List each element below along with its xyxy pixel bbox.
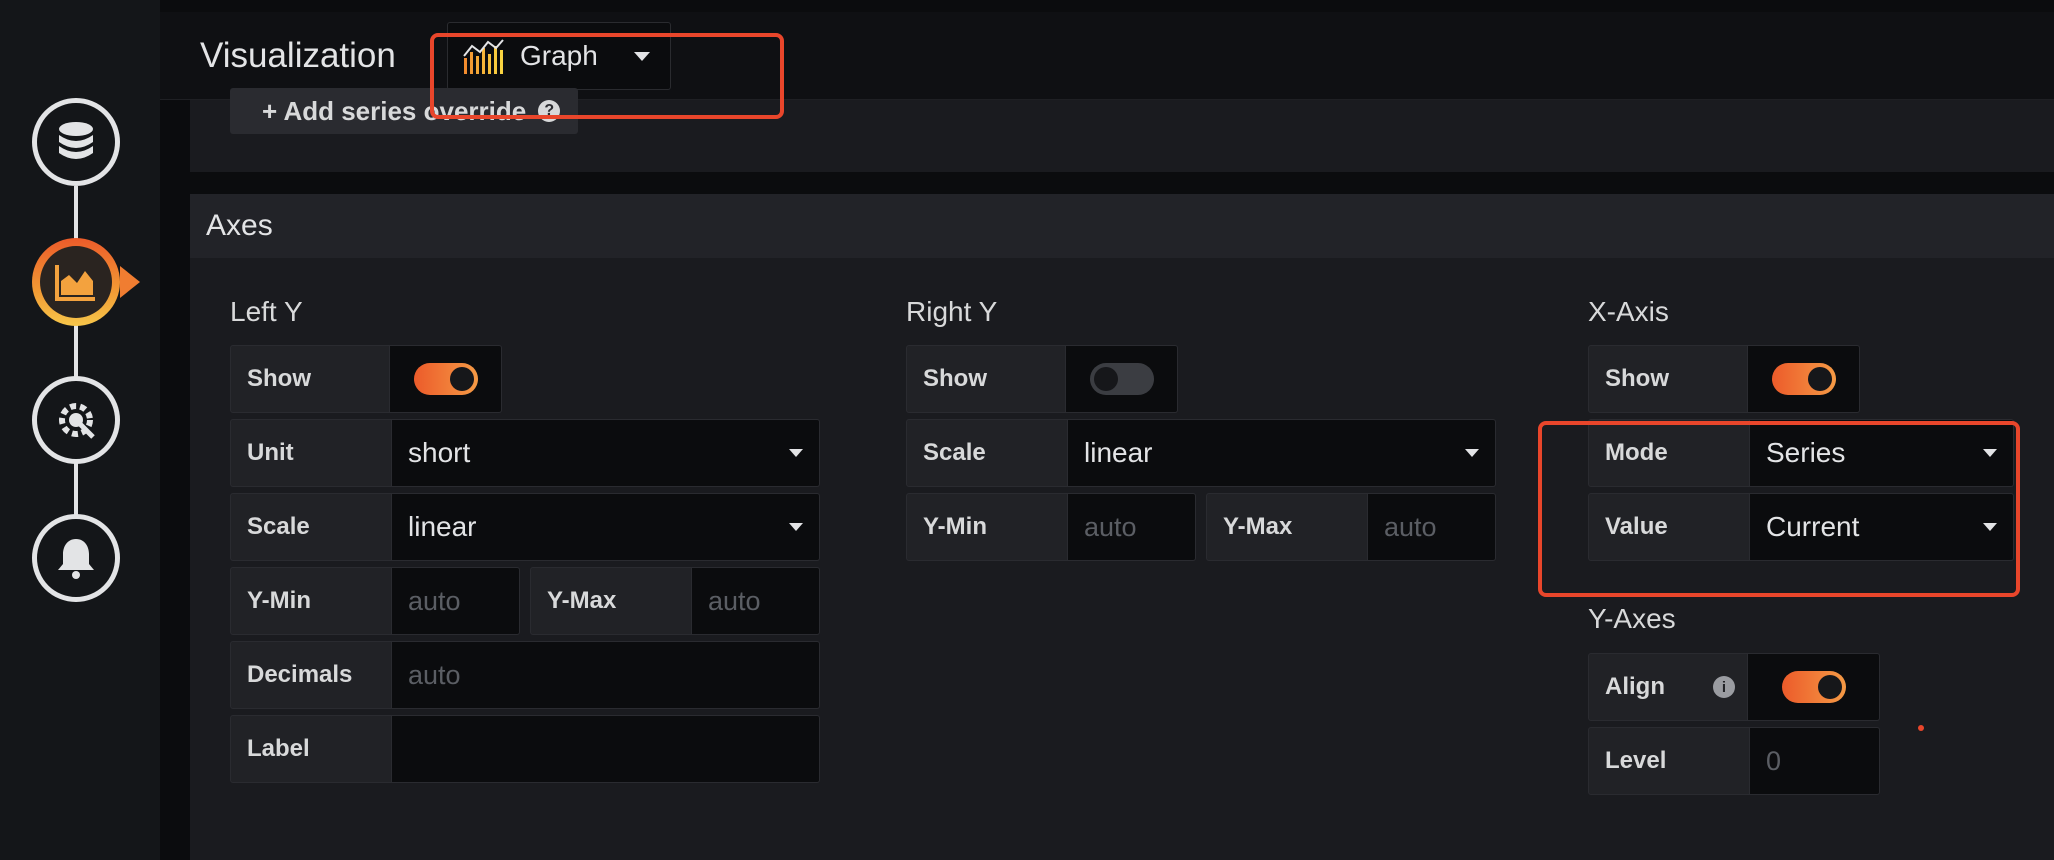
left-y-unit-select[interactable]: short	[392, 419, 820, 487]
chevron-down-icon	[1983, 449, 1997, 457]
left-y-scale-select[interactable]: linear	[392, 493, 820, 561]
active-step-pointer	[120, 266, 140, 298]
add-series-override-label: + Add series override	[262, 95, 527, 126]
right-y-show-row: Show	[906, 345, 1178, 413]
left-y-label-input[interactable]	[392, 715, 820, 783]
settings-wrench-icon	[59, 403, 95, 439]
series-overrides-panel: + Add series override ?	[190, 88, 2054, 172]
right-y-ymax-input[interactable]: auto	[1368, 493, 1496, 561]
right-y-ymin-label: Y-Min	[906, 493, 1068, 561]
y-axes-level-placeholder: 0	[1766, 745, 1782, 776]
area-chart-icon	[55, 265, 95, 301]
right-y-show-toggle-box[interactable]	[1066, 345, 1178, 413]
left-y-ymin-row: Y-Min auto	[230, 567, 520, 635]
annotation-dot	[1918, 725, 1924, 731]
left-y-decimals-placeholder: auto	[408, 659, 461, 690]
right-y-ymin-row: Y-Min auto	[906, 493, 1196, 561]
left-y-decimals-label: Decimals	[230, 641, 392, 709]
x-axis-show-row: Show	[1588, 345, 1860, 413]
left-y-ymax-placeholder: auto	[708, 585, 761, 616]
x-axis-mode-row: Mode Series	[1588, 419, 2014, 487]
left-y-show-toggle-box[interactable]	[390, 345, 502, 413]
left-y-title: Left Y	[230, 296, 303, 327]
left-y-ymax-input[interactable]: auto	[692, 567, 820, 635]
chevron-down-icon	[1465, 449, 1479, 457]
right-y-ymax-placeholder: auto	[1384, 511, 1437, 542]
wizard-sidebar	[0, 0, 160, 860]
y-axes-align-label-box: Align i	[1588, 653, 1748, 721]
left-y-unit-value: short	[408, 437, 471, 468]
right-y-scale-row: Scale linear	[906, 419, 1496, 487]
y-axes-align-row: Align i	[1588, 653, 1880, 721]
x-axis-value-select[interactable]: Current	[1750, 493, 2014, 561]
visualization-step-inner	[40, 246, 112, 318]
y-axes-level-input[interactable]: 0	[1750, 727, 1880, 795]
visualization-bar: Visualization Graph	[160, 12, 2054, 100]
right-y-scale-value: linear	[1084, 437, 1153, 468]
bell-icon	[58, 539, 94, 579]
database-icon	[59, 122, 93, 159]
axes-header[interactable]: Axes	[190, 194, 2054, 258]
x-axis-value-row: Value Current	[1588, 493, 2014, 561]
y-axes-level-row: Level 0	[1588, 727, 1880, 795]
visualization-title: Visualization	[200, 36, 396, 75]
left-y-ymin-input[interactable]: auto	[392, 567, 520, 635]
visualization-picker-label: Graph	[520, 40, 598, 71]
left-y-scale-value: linear	[408, 511, 477, 542]
graph-bars-icon	[463, 39, 504, 74]
left-y-scale-label: Scale	[230, 493, 392, 561]
right-y-scale-label: Scale	[906, 419, 1068, 487]
right-y-title: Right Y	[906, 296, 998, 327]
visualization-picker[interactable]: Graph	[447, 22, 671, 90]
right-y-ymin-placeholder: auto	[1084, 511, 1137, 542]
visualization-step[interactable]	[32, 238, 140, 326]
y-axes-align-toggle[interactable]	[1781, 671, 1846, 703]
queries-step[interactable]	[32, 98, 120, 186]
x-axis-show-toggle[interactable]	[1771, 363, 1836, 395]
left-y-label-label: Label	[230, 715, 392, 783]
chevron-down-icon	[634, 51, 650, 61]
y-axes-align-toggle-box[interactable]	[1748, 653, 1880, 721]
question-icon[interactable]: ?	[538, 100, 561, 122]
chevron-down-icon	[1983, 523, 1997, 531]
left-y-ymax-label: Y-Max	[530, 567, 692, 635]
chevron-down-icon	[789, 523, 803, 531]
left-y-decimals-row: Decimals auto	[230, 641, 820, 709]
x-axis-value-label: Value	[1588, 493, 1750, 561]
x-axis-show-toggle-box[interactable]	[1748, 345, 1860, 413]
right-y-scale-select[interactable]: linear	[1068, 419, 1496, 487]
left-y-ymin-label: Y-Min	[230, 567, 392, 635]
y-axes-align-label: Align	[1605, 673, 1665, 700]
general-step[interactable]	[32, 376, 120, 464]
right-y-ymax-row: Y-Max auto	[1206, 493, 1496, 561]
x-axis-value-value: Current	[1766, 511, 1860, 542]
right-y-ymax-label: Y-Max	[1206, 493, 1368, 561]
info-icon[interactable]: i	[1713, 676, 1735, 698]
left-y-show-toggle[interactable]	[413, 363, 478, 395]
right-y-ymin-input[interactable]: auto	[1068, 493, 1196, 561]
y-axes-title: Y-Axes	[1588, 603, 1676, 634]
alert-step[interactable]	[32, 514, 120, 602]
left-y-label-row: Label	[230, 715, 820, 783]
y-axes-level-label: Level	[1588, 727, 1750, 795]
x-axis-mode-label: Mode	[1588, 419, 1750, 487]
right-y-show-label: Show	[906, 345, 1066, 413]
add-series-override-button[interactable]: + Add series override ?	[230, 88, 578, 134]
right-y-show-toggle[interactable]	[1089, 363, 1154, 395]
x-axis-show-label: Show	[1588, 345, 1748, 413]
x-axis-mode-value: Series	[1766, 437, 1846, 468]
left-y-decimals-input[interactable]: auto	[392, 641, 820, 709]
left-y-show-row: Show	[230, 345, 502, 413]
left-y-ymax-row: Y-Max auto	[530, 567, 820, 635]
x-axis-mode-select[interactable]: Series	[1750, 419, 2014, 487]
chevron-down-icon	[789, 449, 803, 457]
left-y-unit-row: Unit short	[230, 419, 820, 487]
left-y-scale-row: Scale linear	[230, 493, 820, 561]
left-y-unit-label: Unit	[230, 419, 392, 487]
left-y-show-label: Show	[230, 345, 390, 413]
x-axis-title: X-Axis	[1588, 296, 1669, 327]
left-y-ymin-placeholder: auto	[408, 585, 461, 616]
